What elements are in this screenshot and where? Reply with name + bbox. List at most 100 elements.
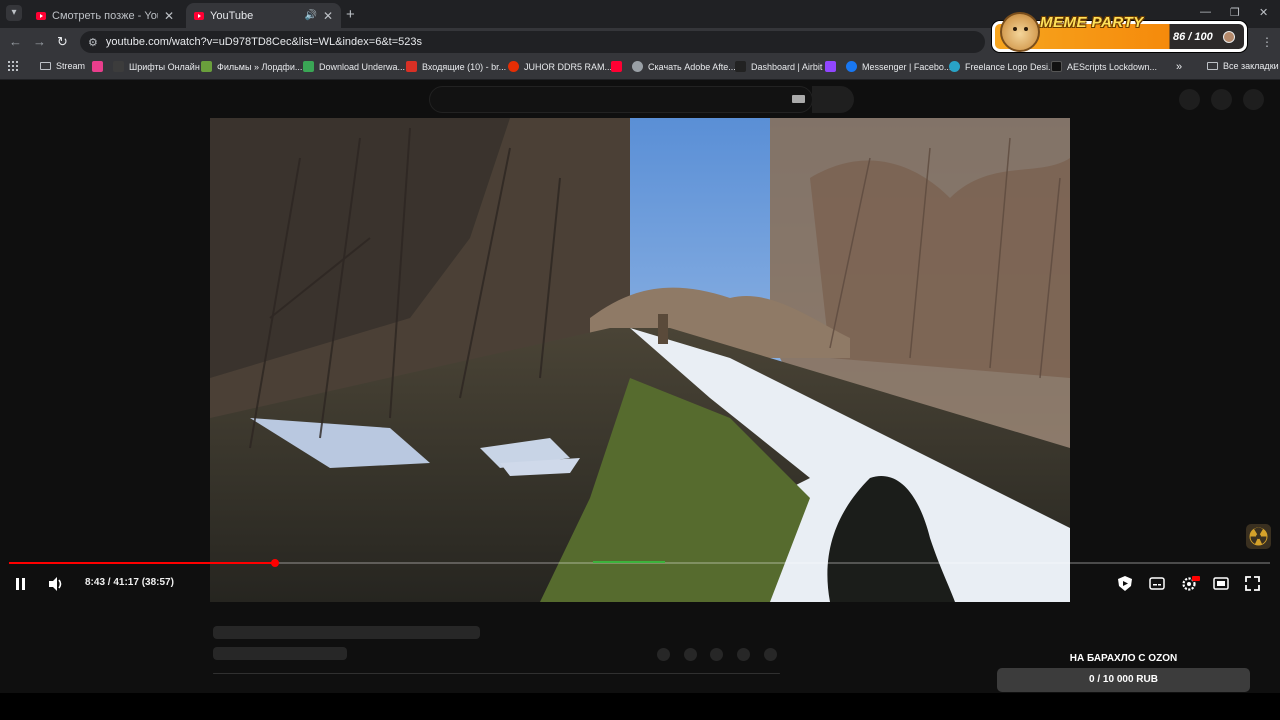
tab-close-icon[interactable]: ✕ (323, 9, 333, 23)
sponsorblock-icon[interactable] (1117, 575, 1133, 592)
action-skeleton-dot (710, 648, 723, 661)
youtube-search-input[interactable] (429, 86, 813, 113)
sponsor-segment-bar (593, 561, 665, 563)
channel-skeleton (213, 647, 347, 660)
download-icon (303, 61, 314, 72)
bookmark-red[interactable] (92, 61, 108, 72)
bookmark-airbit[interactable]: Dashboard | Airbit (735, 61, 822, 72)
coin-icon (1223, 31, 1235, 43)
globe-icon (632, 61, 643, 72)
forward-arrow-icon[interactable]: → (33, 34, 46, 49)
bookmark-messenger[interactable]: Messenger | Facebo... (846, 61, 951, 72)
bookmark-label: Шрифты Онлайн (129, 61, 200, 72)
font-icon (113, 61, 124, 72)
aescripts-icon (1051, 61, 1062, 72)
bookmark-label: Скачать Adobe Afte... (648, 61, 736, 72)
bookmark-label: AEScripts Lockdown... (1067, 61, 1158, 72)
youtube-search-button[interactable] (812, 86, 854, 113)
folder-icon (1207, 62, 1218, 70)
apps-grid-icon[interactable] (8, 61, 18, 71)
video-scene-image (210, 118, 1070, 602)
time-display: 8:43 / 41:17 (38:57) (85, 577, 174, 588)
bookmark-label: JUHOR DDR5 RAM... (524, 61, 613, 72)
tab-youtube[interactable]: YouTube 🔊 ✕ (186, 3, 341, 28)
bookmark-gmail[interactable]: Входящие (10) - br... (406, 61, 506, 72)
action-skeleton-dot (737, 648, 750, 661)
keyboard-icon[interactable] (792, 95, 805, 103)
fullscreen-icon[interactable] (1245, 576, 1260, 591)
bookmark-label: Stream (56, 61, 86, 71)
donation-goal-amount: 0 / 10 000 RUB (997, 668, 1250, 692)
bookmark-films[interactable]: Фильмы » Лордфи... (201, 61, 302, 72)
bookmark-twitch[interactable] (825, 61, 841, 72)
bookmark-freelance[interactable]: Freelance Logo Desi... (949, 61, 1056, 72)
youtube-favicon-icon (36, 11, 46, 20)
bookmark-aliexpress[interactable]: JUHOR DDR5 RAM... (508, 61, 612, 72)
window-close-icon[interactable]: ✕ (1259, 6, 1268, 19)
account-avatar[interactable] (1243, 89, 1264, 110)
more-bookmarks-chevron-icon[interactable]: » (1176, 61, 1182, 73)
tab-title: YouTube (210, 9, 254, 22)
site-info-icon[interactable]: ⚙ (88, 36, 98, 49)
bookmark-label: Messenger | Facebo... (862, 61, 952, 72)
twitch-icon (825, 61, 836, 72)
facebook-icon (846, 61, 857, 72)
donation-goal-title: НА БАРАХЛО С OZON (1069, 653, 1178, 664)
title-skeleton (213, 626, 480, 639)
meme-party-title: MEME PARTY (1040, 14, 1144, 31)
video-frame[interactable] (210, 118, 1070, 602)
bottom-bar (0, 693, 1280, 720)
audio-playing-icon[interactable]: 🔊 (304, 10, 316, 21)
extension-radiation-icon[interactable] (1246, 524, 1271, 549)
pause-icon[interactable] (13, 577, 27, 591)
tab-watch-later[interactable]: Смотреть позже - YouTube ✕ (28, 3, 182, 28)
create-icon[interactable] (1179, 89, 1200, 110)
restore-icon[interactable]: ❐ (1230, 6, 1240, 19)
notifications-icon[interactable] (1211, 89, 1232, 110)
minimize-icon[interactable]: — (1200, 6, 1211, 18)
action-skeleton-dot (657, 648, 670, 661)
gmail-icon (406, 61, 417, 72)
aliexpress-icon (508, 61, 519, 72)
reload-icon[interactable]: ↻ (57, 34, 68, 50)
bookmark-red-icon (92, 61, 103, 72)
bookmark-download[interactable]: Download Underwa... (303, 61, 405, 72)
bookmark-stream[interactable]: Stream (40, 61, 85, 71)
settings-gear-icon[interactable] (1181, 575, 1201, 592)
bookmark-label: Freelance Logo Desi... (965, 61, 1056, 72)
tab-close-icon[interactable]: ✕ (164, 9, 174, 23)
bookmark-label: Download Underwa... (319, 61, 406, 72)
browser-menu-icon[interactable]: ⋮ (1261, 35, 1273, 49)
youtube-favicon-icon (194, 11, 204, 20)
bookmarks-bar: Stream Шрифты Онлайн Фильмы » Лордфи... … (0, 56, 1280, 80)
volume-icon[interactable] (47, 576, 65, 592)
film-icon (201, 61, 212, 72)
new-tab-button[interactable]: + (346, 6, 355, 23)
action-skeleton-dot (764, 648, 777, 661)
bookmark-fonts[interactable]: Шрифты Онлайн (113, 61, 200, 72)
youtube-icon (611, 61, 622, 72)
bookmark-aescripts[interactable]: AEScripts Lockdown... (1051, 61, 1157, 72)
freelance-icon (949, 61, 960, 72)
url-text: youtube.com/watch?v=uD978TD8Cec&list=WL&… (105, 36, 422, 48)
all-bookmarks-button[interactable]: Все закладки (1207, 61, 1279, 71)
bookmark-adobe[interactable]: Скачать Adobe Afte... (632, 61, 736, 72)
progress-bar-played (9, 562, 275, 564)
bookmark-youtube[interactable] (611, 61, 627, 72)
progress-scrubber-handle[interactable] (271, 559, 279, 567)
back-arrow-icon[interactable]: ← (9, 34, 22, 49)
airbit-icon (735, 61, 746, 72)
meme-party-count: 86 / 100 (1173, 31, 1213, 43)
divider (213, 673, 780, 674)
tab-title: Смотреть позже - YouTube (52, 9, 158, 22)
subtitles-icon[interactable] (1149, 577, 1165, 590)
bookmark-label: Фильмы » Лордфи... (217, 61, 303, 72)
all-bookmarks-label: Все закладки (1223, 61, 1279, 71)
doge-avatar-icon (1000, 12, 1040, 52)
address-bar[interactable]: ⚙ youtube.com/watch?v=uD978TD8Cec&list=W… (80, 31, 985, 53)
bookmark-label: Dashboard | Airbit (751, 61, 823, 72)
theater-mode-icon[interactable] (1213, 577, 1229, 590)
tab-search-button[interactable]: ▾ (6, 5, 22, 21)
action-skeleton-dot (684, 648, 697, 661)
folder-icon (40, 62, 51, 70)
